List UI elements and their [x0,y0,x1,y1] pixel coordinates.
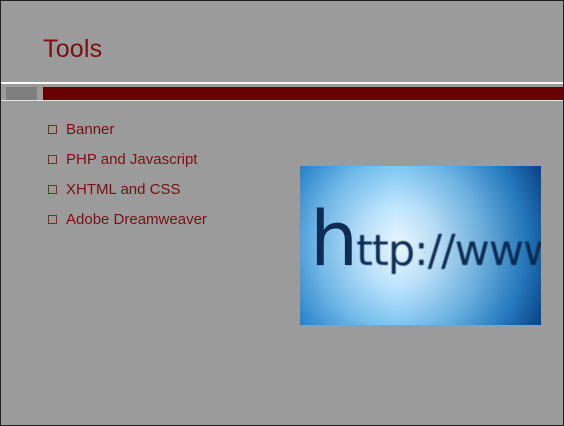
slide: Tools Banner PHP and Javascript XHTML an… [0,0,564,426]
bullet-item: PHP and Javascript [48,144,207,174]
bullet-text: Adobe Dreamweaver [66,210,207,228]
bullet-item: Banner [48,114,207,144]
bullet-text: XHTML and CSS [66,180,181,198]
accent-underline [1,100,563,101]
url-text-rest: ttp://www [356,226,541,276]
bullet-text: PHP and Javascript [66,150,198,168]
bullet-list: Banner PHP and Javascript XHTML and CSS … [48,114,207,234]
accent-bar [43,87,563,100]
bullet-item: XHTML and CSS [48,174,207,204]
square-bullet-icon [48,124,57,134]
square-bullet-icon [48,154,57,164]
bullet-item: Adobe Dreamweaver [48,204,207,234]
title-divider-line [1,82,563,84]
slide-title: Tools [43,35,103,63]
url-text: http://www [310,201,541,277]
square-bullet-icon [48,214,57,224]
square-bullet-icon [48,184,57,194]
url-text-large: h [310,194,358,283]
accent-block [6,87,37,100]
http-url-image: http://www [300,166,541,325]
bullet-text: Banner [66,120,115,138]
